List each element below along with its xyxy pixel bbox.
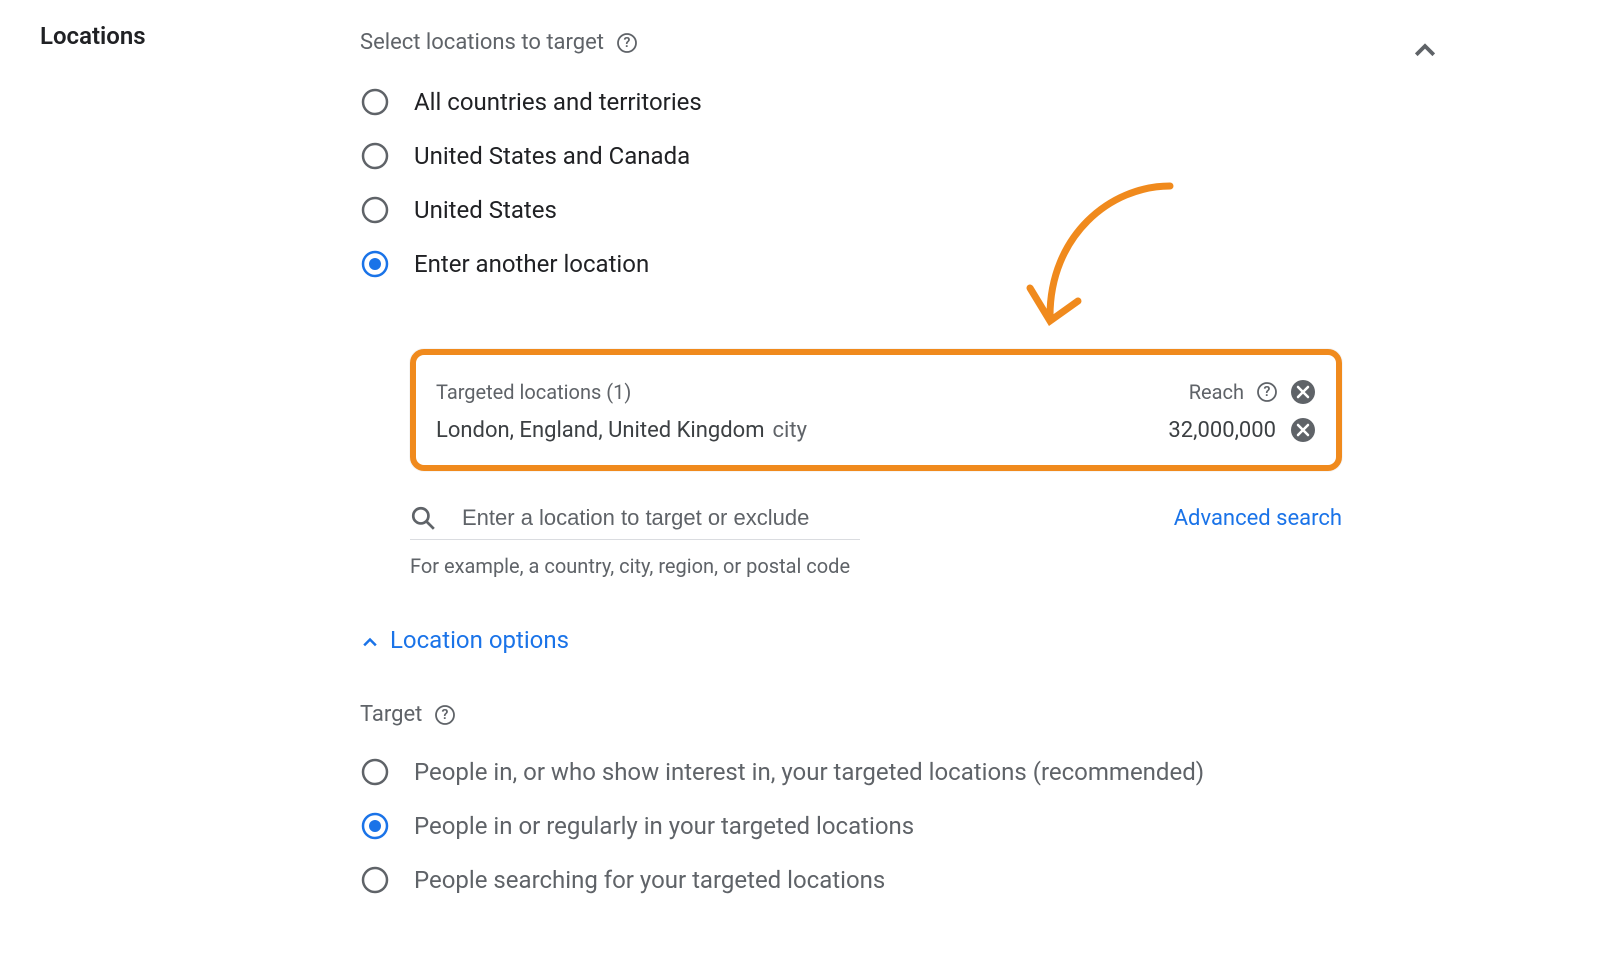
location-search-input[interactable] [462,501,862,535]
location-scope-radio-group: All countries and territories United Sta… [360,75,1420,291]
location-options-toggle[interactable]: Location options [360,626,569,654]
radio-enter-another[interactable]: Enter another location [360,237,1420,291]
radio-us-canada[interactable]: United States and Canada [360,129,1420,183]
target-radio-group: People in, or who show interest in, your… [360,745,1420,907]
search-icon [410,505,436,531]
targeted-locations-panel: Targeted locations (1) Reach ? London, E… [410,349,1342,471]
targeted-locations-header: Targeted locations (1) [436,380,631,404]
radio-target-presence[interactable]: People in or regularly in your targeted … [360,799,1420,853]
targeted-location-reach: 32,000,000 [1168,418,1276,443]
targeted-location-type: city [773,418,807,443]
radio-target-presence-interest[interactable]: People in, or who show interest in, your… [360,745,1420,799]
target-label: Target [360,702,422,727]
advanced-search-link[interactable]: Advanced search [1174,506,1342,531]
radio-us[interactable]: United States [360,183,1420,237]
remove-targeted-location-button[interactable] [1290,417,1316,443]
radio-label: People searching for your targeted locat… [414,866,885,894]
radio-label: People in or regularly in your targeted … [414,812,914,840]
search-underline [410,539,860,540]
radio-label: People in, or who show interest in, your… [414,758,1204,786]
radio-target-search-interest[interactable]: People searching for your targeted locat… [360,853,1420,907]
reach-label: Reach [1189,380,1244,404]
svg-text:?: ? [442,707,449,723]
collapse-section-button[interactable] [1410,36,1440,66]
targeted-location-name: London, England, United Kingdom [436,418,765,443]
help-icon[interactable]: ? [1256,381,1278,403]
location-options-label: Location options [390,626,569,654]
svg-text:?: ? [624,35,631,51]
help-icon[interactable]: ? [434,704,456,726]
svg-text:?: ? [1264,384,1271,400]
clear-all-targeted-button[interactable] [1290,379,1316,405]
search-example-text: For example, a country, city, region, or… [410,554,1420,578]
radio-label: Enter another location [414,250,649,278]
radio-label: United States [414,196,557,224]
help-icon[interactable]: ? [616,32,638,54]
radio-label: United States and Canada [414,142,690,170]
radio-all-countries[interactable]: All countries and territories [360,75,1420,129]
targeted-location-row: London, England, United Kingdom city 32,… [436,417,1316,443]
section-title: Locations [40,22,146,50]
chevron-up-icon [360,630,380,650]
radio-label: All countries and territories [414,88,702,116]
select-locations-label: Select locations to target [360,30,604,55]
